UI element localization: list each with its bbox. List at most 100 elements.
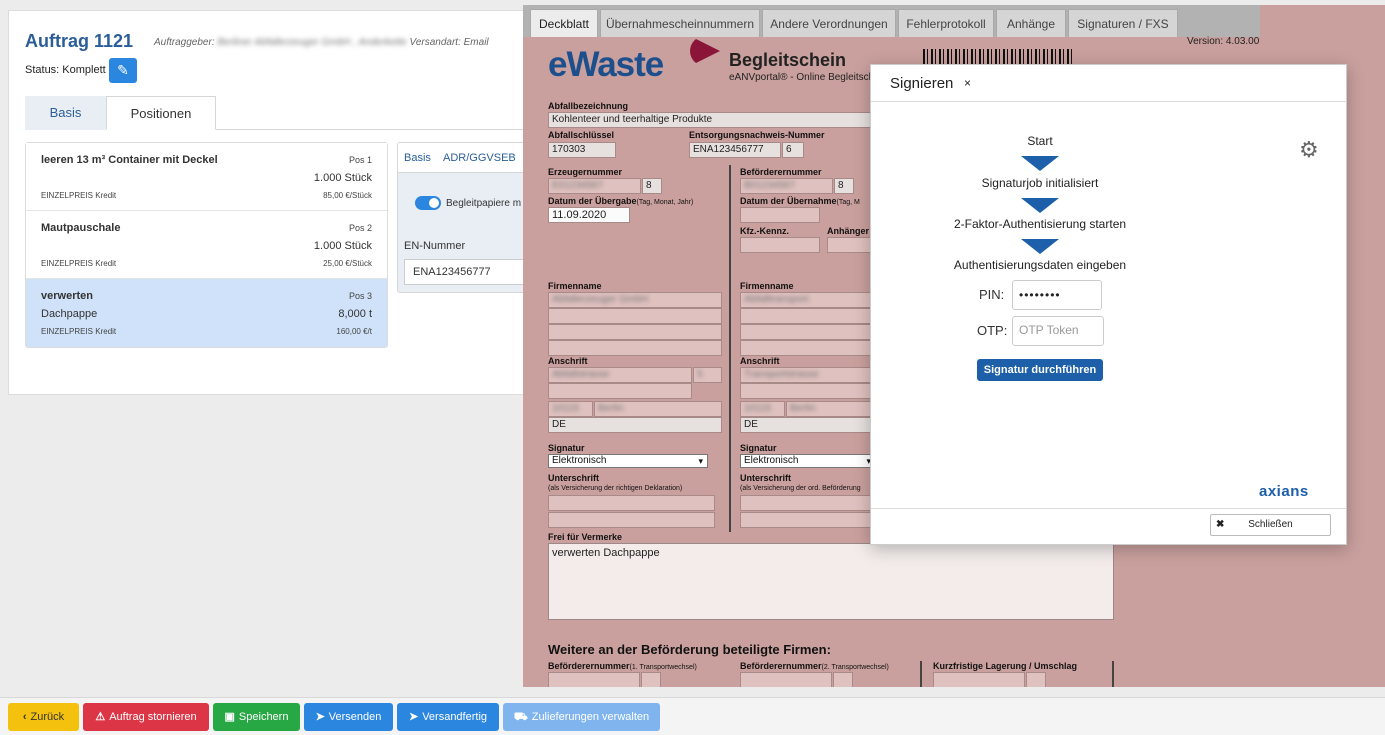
unterschrift-label-left: Unterschrift [548, 473, 600, 483]
save-button[interactable]: ▣ Speichern [213, 703, 300, 731]
order-tabs: Basis Positionen [25, 96, 529, 130]
order-card: Auftrag 1121 Auftraggeber: Berliner Abfa… [8, 10, 537, 395]
plz-left-field[interactable]: 10115 [548, 401, 593, 417]
land-left-field[interactable]: DE [548, 417, 722, 433]
gear-icon[interactable]: ⚙ [1299, 139, 1319, 161]
list-item[interactable]: Mautpauschale Pos 2 1.000 Stück EINZELPR… [26, 211, 387, 279]
shipping-method: Versandart: Email [409, 37, 489, 48]
axians-logo: axians [1259, 483, 1309, 500]
close-button-label: Schließen [1248, 519, 1293, 530]
firmenname-left-line4[interactable] [548, 340, 722, 356]
strasse-left-line2[interactable] [548, 383, 692, 399]
list-item[interactable]: leeren 13 m³ Container mit Deckel Pos 1 … [26, 143, 387, 211]
unterschrift-label-right: Unterschrift [740, 473, 792, 483]
hausnummer-left-field[interactable]: 5 [693, 367, 722, 383]
pin-input[interactable]: •••••••• [1012, 280, 1102, 310]
kfz-label: Kfz.-Kennz. [740, 226, 789, 236]
befoerderer-2-field[interactable] [740, 672, 832, 687]
befoerderer-1-field[interactable] [548, 672, 640, 687]
firmenname-left-line2[interactable] [548, 308, 722, 324]
close-icon[interactable]: × [964, 76, 971, 90]
detail-tab-basis[interactable]: Basis [404, 152, 431, 164]
firmenname-left-field[interactable]: Abfallerzeuger GmbH [548, 292, 722, 308]
tab-fehlerprotokoll[interactable]: Fehlerprotokoll [898, 9, 994, 37]
position-name: Mautpauschale [41, 222, 121, 234]
strasse-right-field[interactable]: Transportstrasse [740, 367, 876, 383]
cancel-order-button[interactable]: ⚠ Auftrag stornieren [83, 703, 209, 731]
abfallschluessel-field[interactable]: 170303 [548, 142, 616, 158]
en-number-input[interactable]: ENA123456777 [404, 259, 536, 285]
ort-right-field[interactable]: Berlin [786, 401, 876, 417]
edit-status-button[interactable]: ✎ [109, 58, 137, 83]
tab-uebernahmescheinnummern[interactable]: Übernahmescheinnummern [600, 9, 760, 37]
otp-input[interactable]: OTP Token [1012, 316, 1104, 346]
signatur-left-select[interactable]: Elektronisch [548, 454, 708, 468]
erzeugernummer-check[interactable]: 8 [642, 178, 662, 194]
ready-to-ship-button[interactable]: ➤ Versandfertig [397, 703, 499, 731]
vermerke-label: Frei für Vermerke [548, 532, 623, 542]
action-bar: ‹ Zurück ⚠ Auftrag stornieren ▣ Speichern ➤… [0, 697, 1385, 735]
tab-anhaenge[interactable]: Anhänge [996, 9, 1066, 37]
tab-andere-verordnungen[interactable]: Andere Verordnungen [762, 9, 896, 37]
position-price: 160,00 €/t [336, 327, 372, 336]
sign-button[interactable]: Signatur durchführen [977, 359, 1103, 381]
dialog-footer-divider [871, 508, 1346, 509]
tab-deckblatt[interactable]: Deckblatt [530, 9, 598, 37]
arrow-down-icon [1021, 156, 1059, 171]
unterschrift-left-field[interactable] [548, 495, 715, 511]
firmenname-right-line3[interactable] [740, 324, 876, 340]
befoerderernummer-check[interactable]: 8 [834, 178, 854, 194]
position-price-label: EINZELPREIS Kredit [41, 191, 117, 200]
list-item-selected[interactable]: verwerten Pos 3 Dachpappe 8,000 t EINZEL… [26, 279, 387, 347]
column-divider [729, 165, 731, 532]
tab-basis[interactable]: Basis [25, 96, 106, 130]
unterschrift-right-field[interactable] [740, 495, 876, 511]
client-name: Berliner Abfallerzeuger GmbH , Anderkett… [217, 37, 407, 48]
signatur-label-left: Signatur [548, 443, 585, 453]
documents-toggle[interactable] [415, 196, 441, 210]
land-right-field[interactable]: DE [740, 417, 876, 433]
section-title: Weitere an der Beförderung beteiligte Fi… [548, 642, 831, 657]
kfz-field[interactable] [740, 237, 820, 253]
lagerung-field[interactable] [933, 672, 1025, 687]
firmenname-right-line4[interactable] [740, 340, 876, 356]
entsorgungsnachweis-label: Entsorgungsnachweis-Nummer [689, 130, 825, 140]
unterschrift-left-line2[interactable] [548, 512, 715, 528]
signatur-right-select[interactable]: Elektronisch [740, 454, 876, 468]
tab-signaturen[interactable]: Signaturen / FXS [1068, 9, 1178, 37]
step-start: Start [1027, 134, 1053, 148]
send-icon: ➤ [315, 711, 325, 723]
documents-toggle-label: Begleitpapiere m [446, 198, 522, 209]
send-button[interactable]: ➤ Versenden [304, 703, 393, 731]
entsorgungsnachweis-field[interactable]: ENA123456777 [689, 142, 781, 158]
ort-left-field[interactable]: Berlin [594, 401, 722, 417]
position-material: Dachpappe [41, 308, 98, 320]
unterschrift-right-line2[interactable] [740, 512, 876, 528]
befoerderer-2-check[interactable] [833, 672, 853, 687]
manage-supplies-button[interactable]: ⛟ Zulieferungen verwalten [503, 703, 660, 731]
vermerke-textarea[interactable]: verwerten Dachpappe [548, 543, 1114, 620]
tab-positionen[interactable]: Positionen [106, 96, 216, 130]
back-button[interactable]: ‹ Zurück [8, 703, 79, 731]
firmenname-right-field[interactable]: Abfalltransport [740, 292, 876, 308]
warning-icon: ⚠ [95, 711, 106, 723]
abfallbezeichnung-field[interactable]: Kohlenteer und teerhaltige Produkte [548, 112, 878, 128]
firmenname-right-line2[interactable] [740, 308, 876, 324]
firmenname-left-line3[interactable] [548, 324, 722, 340]
plz-right-field[interactable]: 10115 [740, 401, 785, 417]
column-divider [920, 661, 922, 687]
befoerderernummer-field[interactable]: B01234567 [740, 178, 833, 194]
position-name: verwerten [41, 290, 93, 302]
close-button[interactable]: ✖ Schließen [1210, 514, 1331, 536]
detail-tab-adr[interactable]: ADR/GGVSEB [443, 152, 516, 164]
close-icon: ✖ [1216, 519, 1225, 530]
befoerderer-1-check[interactable] [641, 672, 661, 687]
datum-uebergabe-field[interactable]: 11.09.2020 [548, 207, 630, 223]
lagerung-check[interactable] [1026, 672, 1046, 687]
erzeugernummer-label: Erzeugernummer [548, 167, 623, 177]
entsorgungsnachweis-check[interactable]: 6 [782, 142, 804, 158]
erzeugernummer-field[interactable]: E01234567 [548, 178, 641, 194]
strasse-left-field[interactable]: Abfallstrasse [548, 367, 692, 383]
datum-uebernahme-field[interactable] [740, 207, 820, 223]
strasse-right-line2[interactable] [740, 383, 876, 399]
